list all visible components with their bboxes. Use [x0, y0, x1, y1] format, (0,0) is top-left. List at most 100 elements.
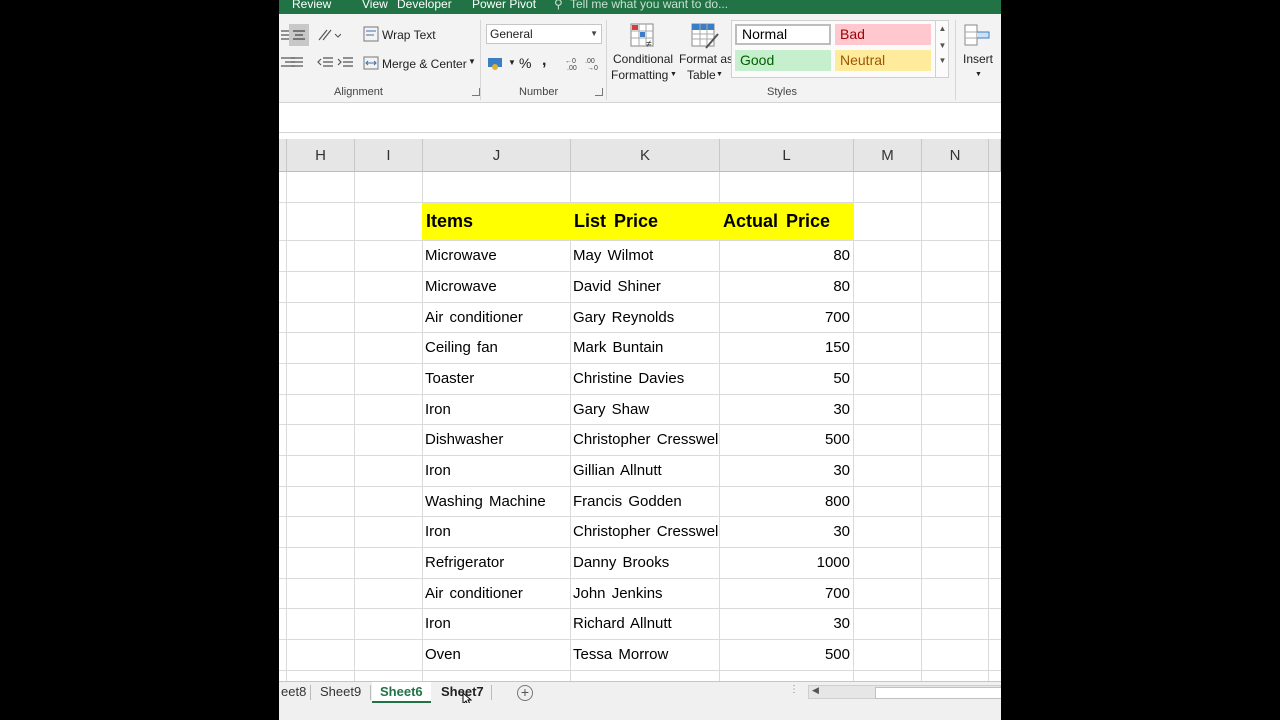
- sheet-tab-sheet6[interactable]: Sheet6: [372, 682, 431, 703]
- cell-list-price[interactable]: Mark Buntain: [570, 333, 719, 363]
- add-sheet-icon[interactable]: +: [517, 685, 533, 701]
- column-header-h[interactable]: H: [287, 139, 355, 172]
- scrollbar-thumb[interactable]: [875, 687, 1001, 699]
- cell-item[interactable]: Iron: [422, 395, 570, 425]
- decrease-decimal-icon[interactable]: .00 →0: [585, 56, 603, 70]
- insert-cells-icon[interactable]: [963, 22, 993, 50]
- cell-item[interactable]: Air conditioner: [422, 579, 570, 609]
- cell-actual-price[interactable]: 80: [719, 241, 853, 271]
- cell-list-price[interactable]: Danny Brooks: [570, 548, 719, 578]
- accounting-dropdown-icon[interactable]: ▼: [508, 58, 516, 67]
- cell-actual-price[interactable]: 700: [719, 579, 853, 609]
- cell-list-price[interactable]: Gary Reynolds: [570, 303, 719, 333]
- comma-style-button[interactable]: ,: [542, 52, 546, 70]
- cell-item[interactable]: Iron: [422, 456, 570, 486]
- format-as-table-icon[interactable]: [690, 22, 720, 50]
- orientation-icon[interactable]: [317, 28, 341, 42]
- cell-list-price[interactable]: John Jenkins: [570, 579, 719, 609]
- column-header-n[interactable]: N: [922, 139, 989, 172]
- cell-actual-price[interactable]: 700: [719, 303, 853, 333]
- column-header-i[interactable]: I: [355, 139, 423, 172]
- cell-item[interactable]: Toaster: [422, 364, 570, 394]
- cell-item[interactable]: Ceiling fan: [422, 333, 570, 363]
- cell-item[interactable]: Microwave: [422, 241, 570, 271]
- cell-item[interactable]: Air conditioner: [422, 303, 570, 333]
- cell-list-price[interactable]: Gary Shaw: [570, 395, 719, 425]
- cell-actual-price[interactable]: 800: [719, 487, 853, 517]
- cell-actual-price[interactable]: 30: [719, 456, 853, 486]
- style-bad[interactable]: Bad: [835, 24, 931, 45]
- cell-actual-price[interactable]: 1000: [719, 548, 853, 578]
- wrap-text-button[interactable]: Wrap Text: [382, 28, 436, 42]
- column-header-l[interactable]: L: [720, 139, 854, 172]
- cell-list-price[interactable]: Tessa Morrow: [570, 640, 719, 670]
- cell-list-price[interactable]: Christopher Cresswell: [570, 517, 719, 547]
- tab-view[interactable]: View: [362, 0, 388, 11]
- cell-actual-price[interactable]: 500: [719, 425, 853, 455]
- justify-icon[interactable]: [291, 57, 309, 71]
- cell-list-price[interactable]: Christine Davies: [570, 364, 719, 394]
- conditional-formatting-line2[interactable]: Formatting: [611, 68, 668, 82]
- column-header-m[interactable]: M: [854, 139, 922, 172]
- styles-gallery-scroll[interactable]: ▲ ▼ ▼: [935, 21, 949, 77]
- cell-list-price[interactable]: May Wilmot: [570, 241, 719, 271]
- percent-style-button[interactable]: %: [519, 55, 531, 71]
- cell-list-price[interactable]: Gillian Allnutt: [570, 456, 719, 486]
- gallery-more-icon[interactable]: ▼: [936, 56, 949, 65]
- cell-item[interactable]: Refrigerator: [422, 548, 570, 578]
- tab-developer[interactable]: Developer: [397, 0, 452, 11]
- merge-center-button[interactable]: Merge & Center: [382, 57, 467, 71]
- cell-actual-price[interactable]: 150: [719, 333, 853, 363]
- style-normal[interactable]: Normal: [735, 24, 831, 45]
- cell-actual-price[interactable]: 50: [719, 364, 853, 394]
- increase-decimal-icon[interactable]: ←0.00: [565, 56, 583, 70]
- tab-splitter-icon[interactable]: ⋮: [789, 684, 799, 695]
- scroll-left-icon[interactable]: ◀: [812, 685, 819, 696]
- tab-power-pivot[interactable]: Power Pivot: [472, 0, 536, 11]
- style-good[interactable]: Good: [735, 50, 831, 71]
- insert-button[interactable]: Insert: [963, 52, 993, 66]
- merge-center-icon[interactable]: [363, 55, 381, 70]
- cell-list-price[interactable]: Francis Godden: [570, 487, 719, 517]
- cell-actual-price[interactable]: 30: [719, 517, 853, 547]
- cell-item[interactable]: Dishwasher: [422, 425, 570, 455]
- header-list-price[interactable]: List Price: [570, 203, 719, 240]
- cell-item[interactable]: Washing Machine: [422, 487, 570, 517]
- header-items[interactable]: Items: [422, 203, 570, 240]
- cell-actual-price[interactable]: 30: [719, 395, 853, 425]
- tab-review[interactable]: Review: [292, 0, 331, 11]
- increase-indent-icon[interactable]: [337, 56, 355, 70]
- header-actual-price[interactable]: Actual Price: [719, 203, 853, 240]
- cell-item[interactable]: Iron: [422, 517, 570, 547]
- column-header-g[interactable]: [279, 139, 287, 172]
- format-as-table-line2[interactable]: Table: [687, 68, 716, 82]
- worksheet-grid[interactable]: H I J K L M N Items List Price Actual Pr…: [279, 139, 1001, 681]
- horizontal-scrollbar[interactable]: ◀: [808, 685, 1001, 699]
- scroll-down-icon[interactable]: ▼: [936, 41, 949, 50]
- wrap-text-icon[interactable]: [363, 26, 381, 42]
- scroll-up-icon[interactable]: ▲: [936, 24, 949, 33]
- cell-item[interactable]: Microwave: [422, 272, 570, 302]
- style-neutral[interactable]: Neutral: [835, 50, 931, 71]
- number-dialog-launcher-icon[interactable]: [595, 88, 603, 96]
- conditional-formatting-line1[interactable]: Conditional: [613, 52, 673, 66]
- merge-dropdown-icon[interactable]: ▼: [468, 57, 476, 66]
- cell-list-price[interactable]: David Shiner: [570, 272, 719, 302]
- cell-actual-price[interactable]: 30: [719, 609, 853, 639]
- alignment-dialog-launcher-icon[interactable]: [472, 88, 480, 96]
- cell-actual-price[interactable]: 500: [719, 640, 853, 670]
- tell-me-search[interactable]: Tell me what you want to do...: [570, 0, 728, 11]
- number-format-select[interactable]: General ▼: [486, 24, 602, 44]
- accounting-format-icon[interactable]: [487, 55, 505, 70]
- cell-item[interactable]: Oven: [422, 640, 570, 670]
- cell-item[interactable]: Iron: [422, 609, 570, 639]
- sheet-tab-sheet9[interactable]: Sheet9: [312, 682, 369, 703]
- column-header-j[interactable]: J: [423, 139, 571, 172]
- align-center-icon[interactable]: [289, 24, 309, 46]
- cell-list-price[interactable]: Christopher Cresswell: [570, 425, 719, 455]
- cell-list-price[interactable]: Richard Allnutt: [570, 609, 719, 639]
- column-header-o[interactable]: [989, 139, 1001, 172]
- format-as-table-line1[interactable]: Format as: [679, 52, 733, 66]
- column-header-k[interactable]: K: [571, 139, 720, 172]
- conditional-formatting-icon[interactable]: ≠: [629, 22, 659, 50]
